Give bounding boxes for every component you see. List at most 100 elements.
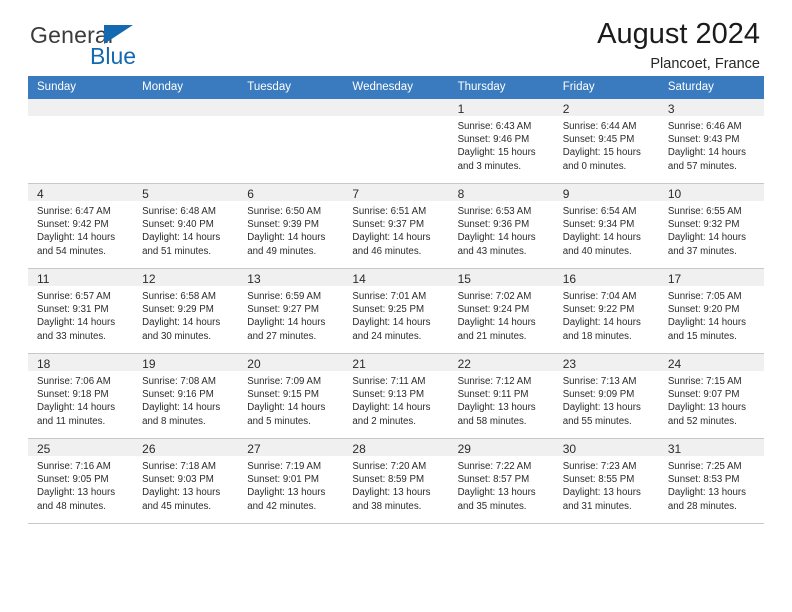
calendar-day-cell[interactable]: 12 Sunrise: 6:58 AM Sunset: 9:29 PM Dayligh…: [133, 268, 239, 354]
day-number-band: 15: [448, 269, 554, 286]
day-detail-line: Daylight: 13 hours: [37, 487, 116, 499]
day-detail-line: and 28 minutes.: [667, 500, 737, 512]
calendar-day-cell[interactable]: 15 Sunrise: 7:02 AM Sunset: 9:24 PM Dayligh…: [448, 268, 554, 354]
brand-logo[interactable]: General Blue: [28, 22, 228, 72]
day-detail-text: Sunrise: 6:54 AM Sunset: 9:34 PM Daylight:…: [554, 201, 659, 258]
calendar-day-cell[interactable]: 23 Sunrise: 7:13 AM Sunset: 9:09 PM Dayligh…: [553, 353, 659, 439]
calendar-day-cell[interactable]: 4 Sunrise: 6:47 AM Sunset: 9:42 PM Daylight…: [28, 183, 134, 269]
calendar-day-cell[interactable]: 13 Sunrise: 6:59 AM Sunset: 9:27 PM Dayligh…: [238, 268, 344, 354]
day-detail-text: Sunrise: 7:25 AM Sunset: 8:53 PM Daylight:…: [659, 456, 764, 513]
calendar-day-cell[interactable]: 10 Sunrise: 6:55 AM Sunset: 9:32 PM Dayligh…: [658, 183, 764, 269]
calendar-day-cell[interactable]: 17 Sunrise: 7:05 AM Sunset: 9:20 PM Dayligh…: [658, 268, 764, 354]
day-detail-line: Sunrise: 6:53 AM: [457, 206, 532, 217]
day-number: 23: [562, 357, 577, 371]
calendar-week-row: 1 Sunrise: 6:43 AM Sunset: 9:46 PM Daylight…: [28, 99, 764, 184]
day-number-band: 25: [28, 439, 134, 456]
page-header: General Blue August 2024 Plancoet, Franc…: [28, 0, 764, 76]
day-number-band: 27: [238, 439, 344, 456]
day-detail-line: Sunset: 9:45 PM: [562, 134, 635, 146]
day-detail-line: Sunrise: 7:06 AM: [37, 376, 111, 387]
calendar-day-cell[interactable]: 29 Sunrise: 7:22 AM Sunset: 8:57 PM Dayligh…: [448, 438, 554, 524]
calendar-day-cell[interactable]: 20 Sunrise: 7:09 AM Sunset: 9:15 PM Dayligh…: [238, 353, 344, 439]
day-detail-line: Sunrise: 7:02 AM: [457, 291, 532, 302]
day-detail-line: Sunset: 9:15 PM: [247, 389, 319, 401]
page-subtitle: Plancoet, France: [650, 56, 760, 73]
calendar-day-cell[interactable]: 28 Sunrise: 7:20 AM Sunset: 8:59 PM Dayligh…: [343, 438, 449, 524]
calendar-cell-empty: [28, 99, 134, 184]
calendar-day-cell[interactable]: 24 Sunrise: 7:15 AM Sunset: 9:07 PM Dayligh…: [658, 353, 764, 439]
day-detail-line: Daylight: 13 hours: [457, 402, 536, 414]
day-detail-line: Sunset: 9:11 PM: [457, 389, 529, 401]
day-detail-line: Daylight: 14 hours: [142, 402, 221, 414]
day-detail-line: Sunrise: 7:18 AM: [142, 461, 216, 472]
day-detail-text: Sunrise: 6:48 AM Sunset: 9:40 PM Daylight:…: [133, 201, 238, 258]
day-detail-line: Sunrise: 6:57 AM: [37, 291, 111, 302]
calendar-day-cell[interactable]: 25 Sunrise: 7:16 AM Sunset: 9:05 PM Dayligh…: [28, 438, 134, 524]
calendar-cell-empty: [238, 99, 344, 184]
day-number-band: 22: [448, 354, 554, 371]
day-detail-text: Sunrise: 7:23 AM Sunset: 8:55 PM Daylight:…: [554, 456, 659, 513]
calendar-day-cell[interactable]: 7 Sunrise: 6:51 AM Sunset: 9:37 PM Daylight…: [343, 183, 449, 269]
day-detail-line: and 31 minutes.: [562, 500, 632, 512]
day-number-band: 8: [448, 184, 554, 201]
day-number: 17: [667, 272, 682, 286]
day-detail-line: Sunrise: 6:44 AM: [562, 121, 637, 132]
calendar-day-cell[interactable]: 5 Sunrise: 6:48 AM Sunset: 9:40 PM Daylight…: [133, 183, 239, 269]
weekday-header-monday: Monday: [133, 76, 239, 99]
day-number: 6: [247, 187, 254, 201]
day-detail-line: and 45 minutes.: [142, 500, 212, 512]
day-number: 3: [667, 102, 675, 116]
day-number: 4: [37, 187, 44, 201]
calendar-day-cell[interactable]: 26 Sunrise: 7:18 AM Sunset: 9:03 PM Dayligh…: [133, 438, 239, 524]
day-detail-text: Sunrise: 7:04 AM Sunset: 9:22 PM Daylight:…: [554, 286, 659, 343]
day-detail-line: and 18 minutes.: [562, 330, 632, 342]
day-detail-line: and 37 minutes.: [667, 245, 737, 257]
day-detail-line: and 52 minutes.: [667, 415, 737, 427]
day-detail-line: Sunrise: 7:15 AM: [667, 376, 742, 387]
day-number-band: 6: [238, 184, 344, 201]
calendar-day-cell[interactable]: 1 Sunrise: 6:43 AM Sunset: 9:46 PM Daylight…: [448, 99, 554, 184]
day-detail-text: Sunrise: 6:55 AM Sunset: 9:32 PM Daylight:…: [659, 201, 764, 258]
calendar-day-cell[interactable]: 18 Sunrise: 7:06 AM Sunset: 9:18 PM Dayligh…: [28, 353, 134, 439]
calendar-day-cell[interactable]: 3 Sunrise: 6:46 AM Sunset: 9:43 PM Daylight…: [658, 99, 764, 184]
day-detail-line: Sunset: 9:07 PM: [667, 389, 740, 401]
day-detail-line: Sunrise: 7:11 AM: [352, 376, 426, 387]
day-detail-line: Sunrise: 7:05 AM: [667, 291, 742, 302]
day-number-band: 9: [553, 184, 659, 201]
calendar-day-cell[interactable]: 9 Sunrise: 6:54 AM Sunset: 9:34 PM Daylight…: [553, 183, 659, 269]
day-detail-line: and 15 minutes.: [667, 330, 737, 342]
day-detail-line: Sunset: 9:37 PM: [352, 219, 425, 231]
calendar-day-cell[interactable]: 6 Sunrise: 6:50 AM Sunset: 9:39 PM Daylight…: [238, 183, 344, 269]
day-detail-text: Sunrise: 7:13 AM Sunset: 9:09 PM Daylight:…: [554, 371, 659, 428]
calendar-day-cell[interactable]: 11 Sunrise: 6:57 AM Sunset: 9:31 PM Dayligh…: [28, 268, 134, 354]
calendar-day-cell[interactable]: 8 Sunrise: 6:53 AM Sunset: 9:36 PM Daylight…: [448, 183, 554, 269]
day-detail-line: and 27 minutes.: [247, 330, 317, 342]
day-detail-line: Daylight: 13 hours: [457, 487, 536, 499]
day-detail-line: and 3 minutes.: [457, 160, 522, 172]
day-detail-line: and 48 minutes.: [37, 500, 106, 512]
day-detail-line: Sunset: 8:59 PM: [352, 474, 425, 486]
day-detail-line: and 55 minutes.: [562, 415, 632, 427]
day-detail-line: Sunrise: 7:25 AM: [667, 461, 742, 472]
calendar-day-cell[interactable]: 14 Sunrise: 7:01 AM Sunset: 9:25 PM Dayligh…: [343, 268, 449, 354]
calendar-day-cell[interactable]: 16 Sunrise: 7:04 AM Sunset: 9:22 PM Dayligh…: [553, 268, 659, 354]
day-detail-line: Sunrise: 6:58 AM: [142, 291, 216, 302]
day-detail-line: Daylight: 13 hours: [667, 487, 746, 499]
day-detail-text: Sunrise: 7:12 AM Sunset: 9:11 PM Daylight:…: [449, 371, 554, 428]
calendar-day-cell[interactable]: 30 Sunrise: 7:23 AM Sunset: 8:55 PM Dayligh…: [553, 438, 659, 524]
day-detail-line: Sunset: 9:32 PM: [667, 219, 740, 231]
calendar-day-cell[interactable]: 19 Sunrise: 7:08 AM Sunset: 9:16 PM Dayligh…: [133, 353, 239, 439]
calendar-day-cell[interactable]: 27 Sunrise: 7:19 AM Sunset: 9:01 PM Dayligh…: [238, 438, 344, 524]
calendar-day-cell[interactable]: 21 Sunrise: 7:11 AM Sunset: 9:13 PM Dayligh…: [343, 353, 449, 439]
day-number: 27: [247, 442, 261, 456]
day-detail-text: Sunrise: 6:44 AM Sunset: 9:45 PM Daylight:…: [554, 116, 659, 173]
day-number-band: 23: [553, 354, 659, 371]
day-number-band: 12: [133, 269, 239, 286]
day-number: 26: [142, 442, 156, 456]
calendar-day-cell[interactable]: 22 Sunrise: 7:12 AM Sunset: 9:11 PM Dayligh…: [448, 353, 554, 439]
day-detail-line: Sunrise: 7:23 AM: [562, 461, 637, 472]
calendar-day-cell[interactable]: 2 Sunrise: 6:44 AM Sunset: 9:45 PM Daylight…: [553, 99, 659, 184]
day-detail-text: Sunrise: 6:46 AM Sunset: 9:43 PM Daylight:…: [659, 116, 764, 173]
calendar-cell-empty: [343, 99, 449, 184]
calendar-day-cell[interactable]: 31 Sunrise: 7:25 AM Sunset: 8:53 PM Dayligh…: [658, 438, 764, 524]
